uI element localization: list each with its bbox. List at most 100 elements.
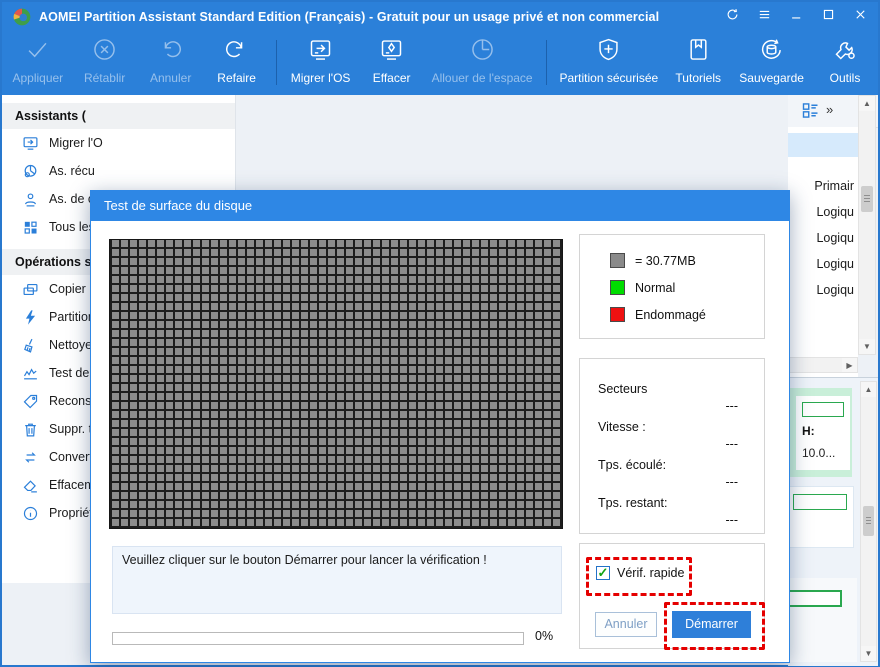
allouer-espace-icon [469, 36, 496, 68]
panel-vertical-scrollbar[interactable]: ▲ ▼ [860, 381, 877, 662]
stat-label: Secteurs [598, 382, 738, 396]
tag-icon [22, 393, 39, 410]
legend-swatch-icon [610, 253, 625, 268]
checkbox-icon[interactable]: ✓ [596, 566, 610, 580]
toolbar-button-annuler: Annuler [138, 32, 204, 95]
list-row[interactable]: Logiqu [788, 199, 854, 225]
sauvegarde-icon [758, 36, 785, 68]
selected-partition-card[interactable]: H: 10.0... [788, 388, 852, 477]
dialog-title: Test de surface du disque [91, 191, 789, 221]
cancel-button[interactable]: Annuler [595, 612, 657, 637]
list-row[interactable]: Logiqu [788, 277, 854, 303]
stats-panel: Secteurs --- Vitesse : --- Tps. écoulé: --- Tp… [579, 358, 765, 534]
minimize-icon [789, 7, 804, 27]
toolbar-button-retablir: Rétablir [72, 32, 138, 95]
stat-label: Tps. écoulé: [598, 458, 738, 472]
sidebar-item-migrer-os[interactable]: Migrer l'O [2, 129, 235, 157]
window-controls [724, 9, 868, 25]
legend-item: = 30.77MB [610, 253, 764, 268]
toolbar-button-migrer-os[interactable]: Migrer l'OS [283, 32, 359, 95]
surface-icon [22, 365, 39, 382]
partition-letter: H: [802, 424, 815, 438]
maximize-icon [821, 7, 836, 27]
eraser-icon [22, 477, 39, 494]
progress-percent: 0% [535, 629, 553, 643]
partition-securisee-icon [595, 36, 622, 68]
refresh-icon [725, 7, 740, 27]
create-icon [22, 191, 39, 208]
info-icon [22, 505, 39, 522]
partition-card[interactable] [788, 486, 854, 548]
titlebar: AOMEI Partition Assistant Standard Editi… [2, 2, 878, 32]
toolbar-button-refaire[interactable]: Refaire [204, 32, 270, 95]
list-view-icon[interactable] [800, 100, 821, 121]
list-horizontal-scrollbar[interactable]: ▶ [788, 357, 858, 373]
app-logo-icon [12, 7, 32, 27]
toolbar-button-tutoriels[interactable]: Tutoriels [665, 32, 731, 95]
menu-icon [757, 7, 772, 27]
selected-row-highlight [788, 133, 858, 157]
main-area: Assistants ( Migrer l'O As. récu As. de … [2, 95, 878, 665]
legend-item: Normal [610, 280, 764, 295]
stat-value: --- [598, 437, 738, 451]
quick-check-label: Vérif. rapide [617, 566, 684, 580]
dialog-message: Veuillez cliquer sur le bouton Démarrer … [112, 546, 562, 614]
scroll-down-icon[interactable]: ▼ [861, 646, 876, 661]
close-icon [853, 7, 868, 27]
legend-panel: = 30.77MB Normal Endommagé [579, 234, 765, 339]
annuler-icon [157, 36, 184, 68]
list-row[interactable]: Logiqu [788, 251, 854, 277]
broom-icon [22, 337, 39, 354]
bolt-icon [22, 309, 39, 326]
toolbar-separator [276, 40, 277, 85]
appliquer-icon [24, 36, 51, 68]
window-title: AOMEI Partition Assistant Standard Editi… [39, 10, 659, 24]
scrollbar-thumb[interactable] [861, 186, 873, 212]
stat-label: Vitesse : [598, 420, 738, 434]
toolbar-button-sauvegarde[interactable]: Sauvegarde [731, 32, 812, 95]
migrer-os-icon [307, 36, 334, 68]
refresh-button[interactable] [724, 9, 740, 25]
partition-usage-bar [802, 402, 844, 417]
partition-size: 10.0... [802, 446, 835, 460]
stat-value: --- [598, 513, 738, 527]
stat-label: Tps. restant: [598, 496, 738, 510]
surface-test-grid [109, 239, 563, 529]
stat-value: --- [598, 475, 738, 489]
annotation-box-start [664, 602, 765, 650]
scroll-up-icon[interactable]: ▲ [859, 96, 875, 111]
legend-swatch-icon [610, 307, 625, 322]
quick-check-checkbox[interactable]: ✓ Vérif. rapide [596, 566, 684, 580]
list-row[interactable]: Logiqu [788, 225, 854, 251]
menu-button[interactable] [756, 9, 772, 25]
convert-icon [22, 449, 39, 466]
legend-item: Endommagé [610, 307, 764, 322]
toolbar-button-outils[interactable]: Outils [812, 32, 878, 95]
toolbar-button-appliquer: Appliquer [4, 32, 72, 95]
stat-value: --- [598, 399, 738, 413]
migrate-icon [22, 135, 39, 152]
legend-swatch-icon [610, 280, 625, 295]
maximize-button[interactable] [820, 9, 836, 25]
tutoriels-icon [685, 36, 712, 68]
toolbar-button-effacer[interactable]: Effacer [359, 32, 425, 95]
sidebar-section-header: Assistants ( [2, 103, 235, 129]
collapse-panel-icon[interactable]: » [826, 102, 833, 117]
list-vertical-scrollbar[interactable]: ▲ ▼ [858, 95, 876, 355]
partition-list: PrimairLogiquLogiquLogiquLogiqu [788, 127, 858, 377]
list-row[interactable]: Primair [788, 173, 854, 199]
toolbar-button-partition-securisee[interactable]: Partition sécurisée [552, 32, 665, 95]
effacer-icon [378, 36, 405, 68]
partition-usage-bar [793, 494, 847, 510]
scroll-up-icon[interactable]: ▲ [861, 382, 876, 397]
close-button[interactable] [852, 9, 868, 25]
retablir-icon [91, 36, 118, 68]
scroll-right-icon[interactable]: ▶ [842, 358, 857, 372]
copy-icon [22, 281, 39, 298]
scrollbar-thumb[interactable] [863, 506, 874, 536]
scroll-down-icon[interactable]: ▼ [859, 339, 875, 354]
sidebar-item-assistant-recuperation[interactable]: As. récu [2, 157, 235, 185]
trash-icon [22, 421, 39, 438]
toolbar-button-allouer-espace: Allouer de l'espace [425, 32, 540, 95]
minimize-button[interactable] [788, 9, 804, 25]
